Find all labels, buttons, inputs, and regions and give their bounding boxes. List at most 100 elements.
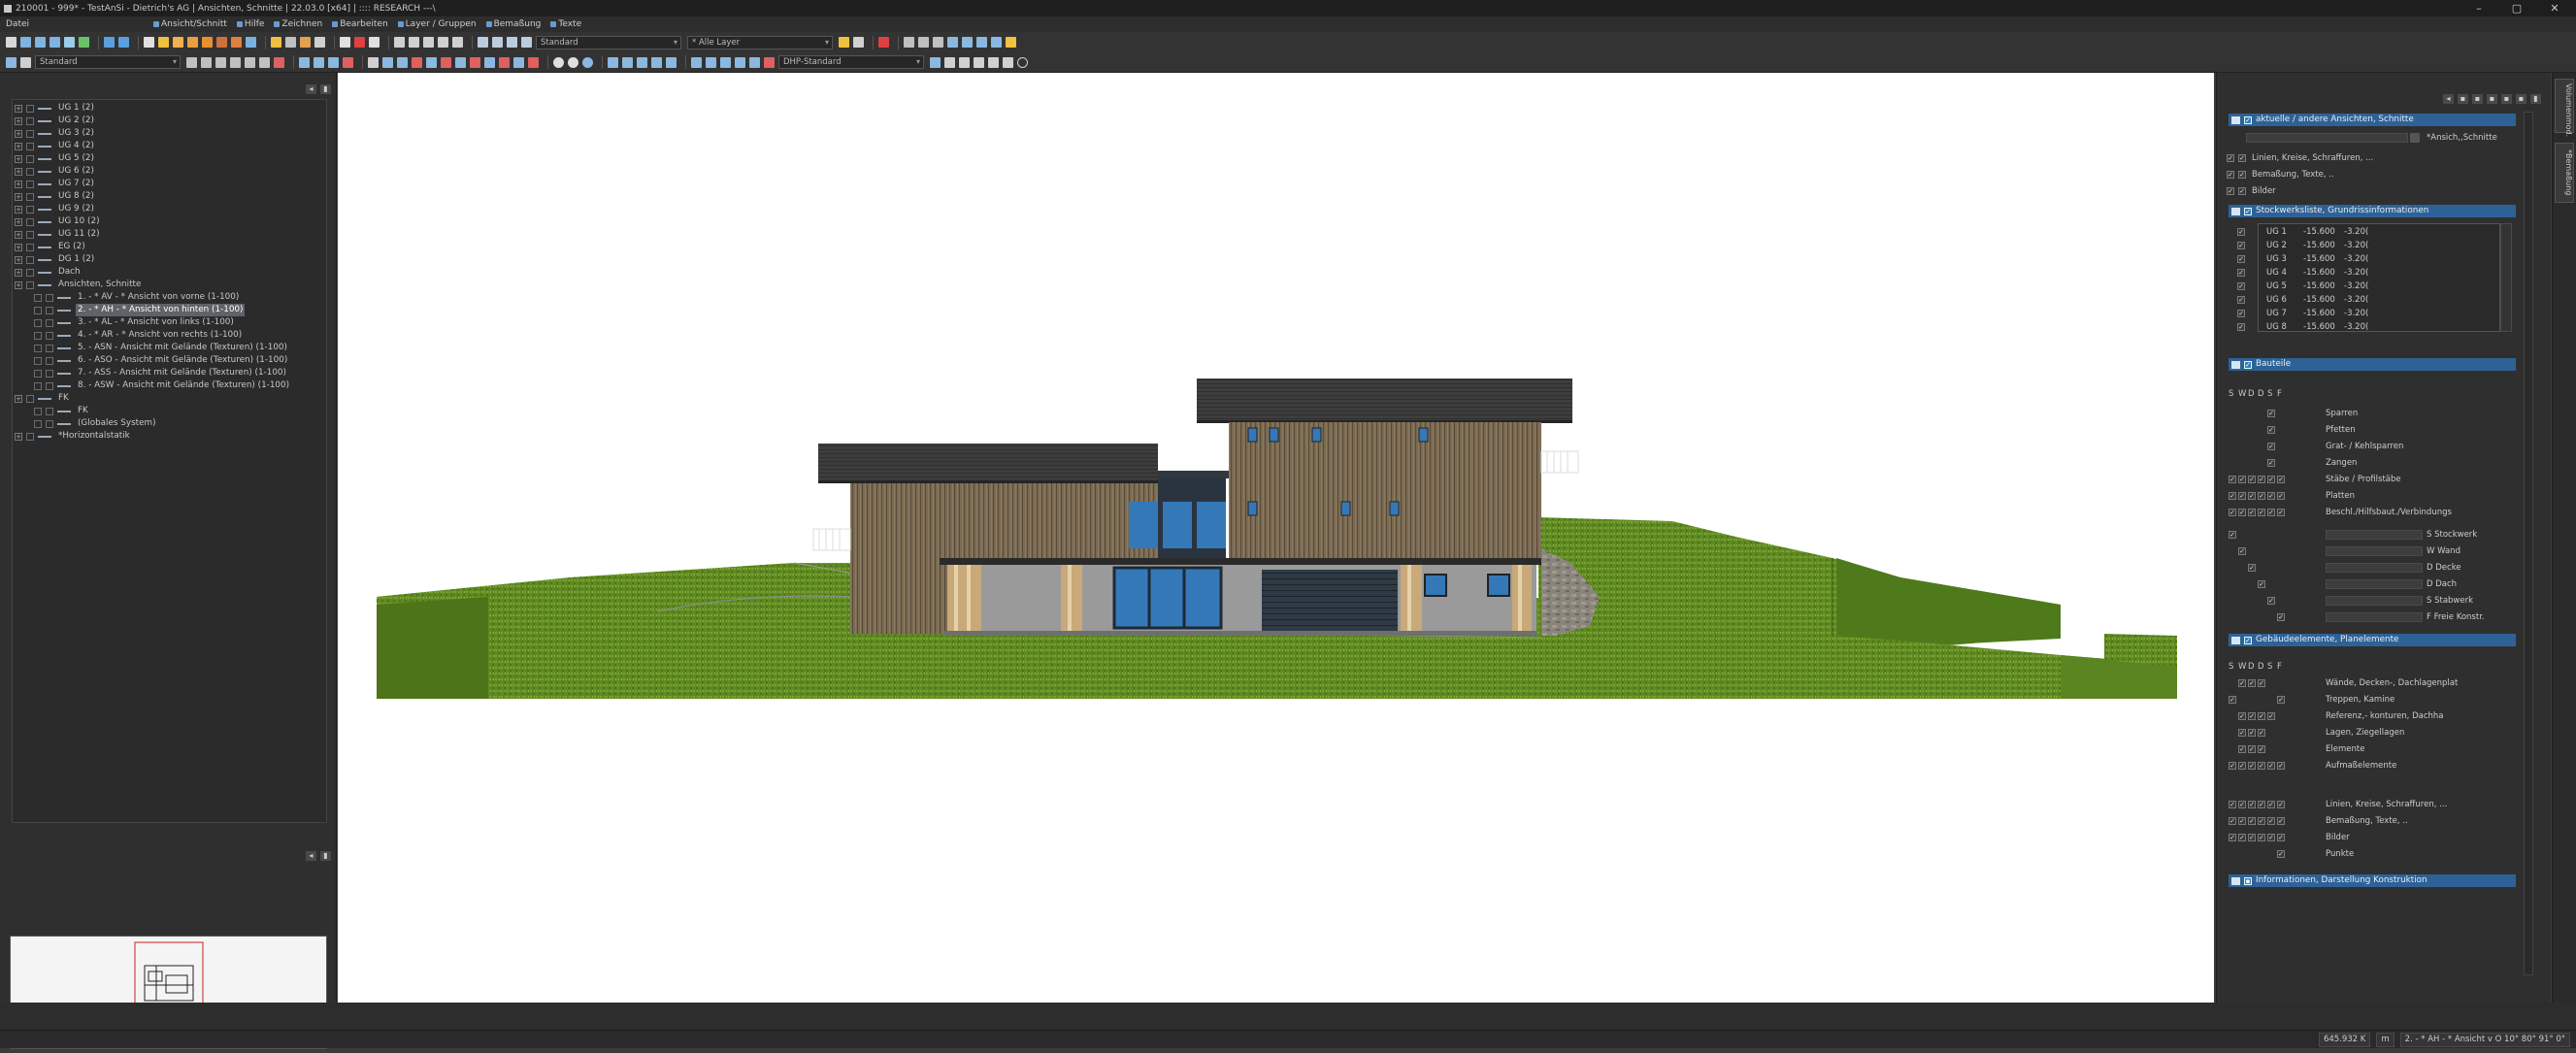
layer-checkbox[interactable] [26, 205, 34, 214]
wall-icon[interactable] [271, 37, 281, 48]
tree-item[interactable]: + Ansichten, Schnitte [15, 279, 143, 291]
filter-check[interactable]: ✓ [2248, 729, 2256, 737]
grid-icon[interactable] [991, 37, 1002, 48]
filter-check[interactable]: ✓ [2248, 762, 2256, 770]
render-icon[interactable] [582, 56, 593, 68]
floor-check[interactable]: ✓ [2237, 296, 2245, 304]
brush-icon[interactable] [1006, 37, 1016, 48]
layer-checkbox[interactable] [46, 381, 53, 390]
tree-item[interactable]: + UG 10 (2) [15, 215, 102, 228]
dimension-style-combo[interactable]: DHP-Standard [778, 55, 924, 69]
filter-check[interactable]: ✓ [2248, 801, 2256, 808]
tree-item[interactable]: + UG 1 (2) [15, 102, 96, 115]
polyline-icon[interactable] [962, 37, 973, 48]
symbol-icon[interactable] [720, 56, 731, 68]
filter-check[interactable]: ✓ [2248, 564, 2256, 572]
filter-check[interactable]: ✓ [2258, 580, 2265, 588]
menu-layer-gruppen[interactable]: Layer / Gruppen [397, 19, 477, 29]
slab-icon[interactable] [285, 37, 296, 48]
navigator-pin-icon[interactable]: ▮ [320, 851, 331, 861]
tree-item[interactable]: + UG 7 (2) [15, 178, 96, 190]
filter-check[interactable]: ✓ [2277, 817, 2285, 825]
layer-combo[interactable]: * Alle Layer [687, 35, 833, 49]
filter-check[interactable]: ✓ [2248, 817, 2256, 825]
layer-checkbox[interactable] [46, 419, 53, 428]
tree-item[interactable]: + UG 11 (2) [15, 228, 102, 241]
layer-checkbox[interactable] [26, 217, 34, 226]
erase-icon[interactable] [274, 56, 284, 68]
filter-check[interactable]: ✓ [2277, 509, 2285, 516]
pdf-icon[interactable] [354, 37, 365, 48]
filter-check[interactable]: ✓ [2277, 834, 2285, 841]
mirror-icon[interactable] [438, 37, 448, 48]
floor-check[interactable]: ✓ [2237, 310, 2245, 317]
rotate-icon[interactable] [423, 37, 434, 48]
export-icon[interactable] [79, 37, 89, 48]
filter-check[interactable]: ✓ [2229, 762, 2236, 770]
filter-check[interactable]: ✓ [2258, 801, 2265, 808]
arc-icon[interactable] [976, 37, 987, 48]
dim-angle-icon[interactable] [397, 56, 408, 68]
style-combo[interactable]: Standard [536, 35, 681, 49]
filter-check[interactable]: ✓ [2248, 745, 2256, 753]
panel-back-icon[interactable]: ◂ [306, 84, 316, 94]
layer-checkbox[interactable] [46, 318, 53, 327]
filter-check[interactable]: ✓ [2277, 850, 2285, 858]
view-front-icon[interactable] [507, 37, 517, 48]
tree-item[interactable]: + UG 9 (2) [15, 203, 96, 215]
filter-check[interactable]: ✓ [2238, 745, 2246, 753]
expand-toggle-icon[interactable]: + [15, 243, 22, 251]
house-icon[interactable] [216, 37, 227, 48]
filter-check[interactable]: ✓ [2238, 762, 2246, 770]
filter-check[interactable]: ✓ [2258, 762, 2265, 770]
delete-icon[interactable] [878, 37, 889, 48]
expand-toggle-icon[interactable]: + [15, 142, 22, 150]
filter-check[interactable]: ✓ [2248, 492, 2256, 500]
view-item-check-1[interactable]: ✓ [2227, 187, 2234, 195]
layer-checkbox[interactable] [46, 331, 53, 340]
view-selector[interactable] [2246, 133, 2408, 143]
tree-item[interactable]: 6. - ASO - Ansicht mit Gelände (Texturen… [34, 354, 289, 367]
expand-toggle-icon[interactable]: + [15, 104, 22, 113]
menu-bearbeiten[interactable]: Bearbeiten [332, 19, 388, 29]
layer-checkbox[interactable] [26, 255, 34, 264]
panel-pin-right-icon[interactable]: ▮ [2530, 94, 2541, 104]
floor-check[interactable]: ✓ [2237, 282, 2245, 290]
print-icon[interactable] [64, 37, 75, 48]
line-icon[interactable] [947, 37, 958, 48]
square-icon[interactable] [930, 56, 941, 68]
dim-remove-icon[interactable] [470, 56, 480, 68]
expand-toggle-icon[interactable]: + [15, 116, 22, 125]
panel-tool6-icon[interactable]: ▪ [2516, 94, 2526, 104]
copy-icon[interactable] [144, 37, 154, 48]
filter-check[interactable]: ✓ [2229, 817, 2236, 825]
panel-scrollbar[interactable] [2524, 112, 2533, 975]
filter-check[interactable]: ✓ [2238, 801, 2246, 808]
tool-icon[interactable] [1003, 56, 1013, 68]
filter-check[interactable]: ✓ [2238, 492, 2246, 500]
panel-tool2-icon[interactable]: ▪ [2458, 94, 2468, 104]
redo-icon[interactable] [118, 37, 129, 48]
view-top-icon[interactable] [492, 37, 503, 48]
tree-item[interactable]: + EG (2) [15, 241, 87, 253]
visibility-checkbox[interactable] [34, 419, 42, 428]
navigator-back-icon[interactable]: ◂ [306, 851, 316, 861]
filter-check[interactable]: ✓ [2229, 531, 2236, 539]
expand-toggle-icon[interactable]: + [15, 268, 22, 277]
filter-check[interactable]: ✓ [2229, 509, 2236, 516]
filter-check[interactable]: ✓ [2238, 509, 2246, 516]
tree-item[interactable]: + Dach [15, 266, 83, 279]
view-item-check-2[interactable]: ✓ [2238, 154, 2246, 162]
filter-check[interactable]: ✓ [2258, 476, 2265, 483]
section-floor-list[interactable]: ✓ Stockwerksliste, Grundrissinformatione… [2229, 205, 2516, 217]
floor-check[interactable]: ✓ [2237, 269, 2245, 277]
tree-item[interactable]: + FK [15, 392, 71, 405]
filter-check[interactable]: ✓ [2267, 834, 2275, 841]
panel-pin-icon[interactable]: ▮ [320, 84, 331, 94]
filter-check[interactable]: ✓ [2238, 834, 2246, 841]
floor-icon[interactable] [246, 37, 256, 48]
filter-check[interactable]: ✓ [2229, 834, 2236, 841]
visibility-checkbox[interactable] [34, 407, 42, 415]
dim-delete-icon[interactable] [412, 56, 422, 68]
expand-toggle-icon[interactable]: + [15, 432, 22, 441]
